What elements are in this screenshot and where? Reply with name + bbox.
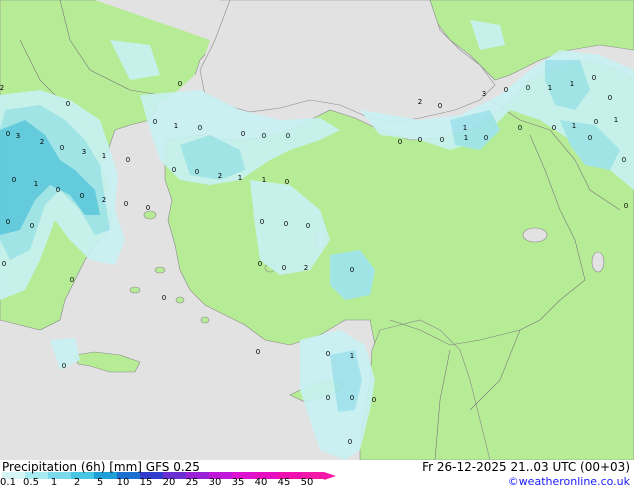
colorbar-label: 40: [254, 477, 268, 488]
credit-link[interactable]: ©weatheronline.co.uk: [508, 475, 630, 488]
precip-value-label: 0: [153, 118, 157, 126]
precip-value-label: 0: [146, 204, 150, 212]
precip-value-label: 0: [418, 136, 422, 144]
precip-value-label: 2: [40, 138, 44, 146]
colorbar-label: 25: [185, 477, 199, 488]
precip-value-label: 0: [398, 138, 402, 146]
precip-value-label: 1: [614, 116, 618, 124]
precip-value-label: 0: [172, 166, 176, 174]
precip-value-label: 0: [624, 202, 628, 210]
precip-value-label: 0: [594, 118, 598, 126]
precip-value-label: 0: [30, 222, 34, 230]
precip-value-label: 0: [66, 100, 70, 108]
precip-value-label: 0: [12, 176, 16, 184]
colorbar-label: 45: [277, 477, 291, 488]
precip-value-label: 0: [198, 124, 202, 132]
precip-value-label: 0: [56, 186, 60, 194]
valid-datetime: Fr 26-12-2025 21..03 UTC (00+03): [422, 460, 630, 474]
colorbar-arrow: [324, 472, 336, 480]
precip-value-label: 0: [195, 168, 199, 176]
precip-value-label: 0: [70, 276, 74, 284]
precip-value-label: 0: [162, 294, 166, 302]
precip-value-label: 0: [552, 124, 556, 132]
precip-value-label: 1: [238, 174, 242, 182]
precip-value-label: 0: [6, 218, 10, 226]
colorbar-label: 2: [73, 477, 81, 488]
precip-value-label: 0: [326, 394, 330, 402]
precip-value-label: 1: [34, 180, 38, 188]
precip-value-label: 1: [548, 84, 552, 92]
precip-value-label: 1: [464, 134, 468, 142]
precip-value-label: 0: [440, 136, 444, 144]
precip-value-label: 0: [438, 102, 442, 110]
precip-value-label: 0: [241, 130, 245, 138]
precip-value-label: 0: [260, 218, 264, 226]
colorbar-label: 10: [116, 477, 130, 488]
colorbar-label: 35: [231, 477, 245, 488]
colorbar-label: 30: [208, 477, 222, 488]
colorbar-label: 1: [50, 477, 58, 488]
precip-value-label: 2: [218, 172, 222, 180]
precip-value-label: 1: [350, 352, 354, 360]
precip-value-label: 0: [284, 220, 288, 228]
precip-value-label: 0: [526, 84, 530, 92]
precip-value-label: 0: [285, 178, 289, 186]
precip-value-label: 2: [0, 84, 4, 92]
colorbar-label: 5: [96, 477, 104, 488]
precip-value-label: 0: [262, 132, 266, 140]
map-title: Precipitation (6h) [mm] GFS 0.25: [2, 460, 200, 474]
precip-value-label: 1: [102, 152, 106, 160]
precip-value-label: 0: [286, 132, 290, 140]
precip-value-label: 1: [572, 122, 576, 130]
colorbar-label: 50: [300, 477, 314, 488]
precip-value-label: 0: [348, 438, 352, 446]
precip-value-label: 1: [463, 124, 467, 132]
precip-value-label: 1: [570, 80, 574, 88]
precip-value-label: 0: [608, 94, 612, 102]
precip-value-label: 0: [372, 396, 376, 404]
precip-value-label: 0: [6, 130, 10, 138]
precip-value-label: 0: [256, 348, 260, 356]
precip-value-label: 3: [16, 132, 20, 140]
colorbar-label: 15: [139, 477, 153, 488]
precip-value-label: 1: [262, 176, 266, 184]
precip-value-label: 0: [282, 264, 286, 272]
precipitation-map: 2 0 0 3 2 0 3 1 0 0 1 0 0 0 0 0 0 2 1 1 0 0 1 0 0 2 0 0 0 0 0 0 0 0 0 2 0 0 0 0…: [0, 0, 634, 460]
precip-value-label: 2: [418, 98, 422, 106]
precip-value-label: 0: [60, 144, 64, 152]
precip-value-label: 0: [518, 124, 522, 132]
colorbar-label: 20: [162, 477, 176, 488]
precip-value-label: 0: [350, 266, 354, 274]
precip-value-label: 0: [258, 260, 262, 268]
precip-value-label: 0: [588, 134, 592, 142]
precip-value-label: 2: [304, 264, 308, 272]
precip-value-label: 0: [124, 200, 128, 208]
precip-value-label: 2: [102, 196, 106, 204]
precip-value-label: 0: [306, 222, 310, 230]
precip-value-label: 0: [484, 134, 488, 142]
precip-value-label: 0: [178, 80, 182, 88]
precip-value-label: 3: [482, 90, 486, 98]
precip-value-label: 0: [62, 362, 66, 370]
precip-value-label: 3: [82, 148, 86, 156]
precip-value-label: 0: [2, 260, 6, 268]
footer: Precipitation (6h) [mm] GFS 0.25 Fr 26-1…: [0, 460, 634, 490]
precip-value-label: 0: [592, 74, 596, 82]
precip-value-label: 1: [174, 122, 178, 130]
precip-value-label: 0: [504, 86, 508, 94]
precip-value-label: 0: [622, 156, 626, 164]
precip-value-label: 0: [126, 156, 130, 164]
precip-value-label: 0: [80, 192, 84, 200]
precip-value-label: 0: [350, 394, 354, 402]
colorbar-label: 0.1: [0, 477, 16, 488]
colorbar-label: 0.5: [23, 477, 39, 488]
precip-value-label: 0: [326, 350, 330, 358]
